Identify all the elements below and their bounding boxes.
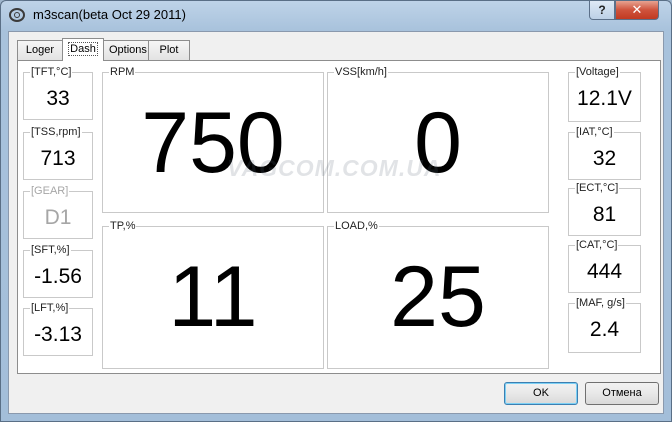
gauge-label: TP,% [109,219,137,233]
gauge-label: RPM [109,65,136,79]
gauge-value: 750 [141,95,285,191]
close-button[interactable]: ✕ [615,1,659,20]
gauge-value: 25 [390,249,486,345]
gauge-value: 713 [40,147,76,170]
cancel-button[interactable]: Отмена [585,382,659,405]
gauge-ect: [ECT,°C] 81 [568,181,641,236]
gauge-vss: VSS[km/h] 0 [327,65,549,213]
gauge-sft: [SFT,%] -1.56 [23,243,93,298]
gauge-value: 12.1V [577,87,632,110]
gauge-value: 33 [46,87,70,110]
gauge-value: 81 [592,203,617,226]
gauge-tp: TP,% 11 [102,219,324,369]
ok-button[interactable]: OK [504,382,578,405]
gauge-cat: [CAT,°C] 444 [568,238,641,293]
gauge-gear: [GEAR] D1 [23,184,93,239]
close-icon: ✕ [631,2,643,17]
title-bar[interactable]: m3scan(beta Oct 29 2011) ? ✕ [1,1,671,29]
tab-label: Dash [68,42,98,56]
gauge-label: LOAD,% [334,219,379,233]
gauge-label: [CAT,°C] [575,238,619,252]
tab-loger[interactable]: Loger [17,40,63,60]
gauge-tft: [TFT,°C] 33 [23,65,93,120]
gauge-label: [TFT,°C] [30,65,73,79]
gauge-rpm: RPM 750 [102,65,324,213]
tab-options[interactable]: Options [103,40,149,60]
gauge-tss: [TSS,rpm] 713 [23,125,93,180]
gauge-lft: [LFT,%] -3.13 [23,301,93,356]
app-icon [9,8,25,22]
app-window: m3scan(beta Oct 29 2011) ? ✕ Loger Dash … [0,0,672,422]
tab-label: Options [109,44,147,56]
window-title: m3scan(beta Oct 29 2011) [33,7,186,22]
gauge-value: D1 [44,206,72,229]
gauge-label: VSS[km/h] [334,65,388,79]
dialog-client-area: Loger Dash Options Plot [TFT,°C] 33 [TSS… [8,31,664,414]
gauge-value: 0 [414,95,462,191]
gauge-value: 11 [168,249,258,345]
gauge-label: [MAF, g/s] [575,296,626,310]
gauge-iat: [IAT,°C] 32 [568,125,641,180]
gauge-value: -3.13 [34,323,82,346]
gauge-label: [GEAR] [30,184,70,198]
gauge-label: [LFT,%] [30,301,70,315]
gauge-value: 2.4 [589,318,620,341]
gauge-value: 444 [586,260,623,283]
dash-tab-page: [TFT,°C] 33 [TSS,rpm] 713 [GEAR] D1 [SFT… [17,60,661,374]
gauge-value: 32 [592,147,617,170]
gauge-label: [SFT,%] [30,243,71,257]
tab-dash[interactable]: Dash [62,38,104,61]
gauge-voltage: [Voltage] 12.1V [568,65,641,122]
tab-label: Plot [159,44,179,56]
gauge-maf: [MAF, g/s] 2.4 [568,296,641,353]
gauge-label: [IAT,°C] [575,125,614,139]
gauge-value: -1.56 [34,265,82,288]
gauge-load: LOAD,% 25 [327,219,549,369]
gauge-label: [Voltage] [575,65,620,79]
gauge-label: [TSS,rpm] [30,125,82,139]
tab-plot[interactable]: Plot [148,40,190,60]
gauge-label: [ECT,°C] [575,181,620,195]
tab-label: Loger [25,44,55,56]
help-button[interactable]: ? [589,1,615,20]
